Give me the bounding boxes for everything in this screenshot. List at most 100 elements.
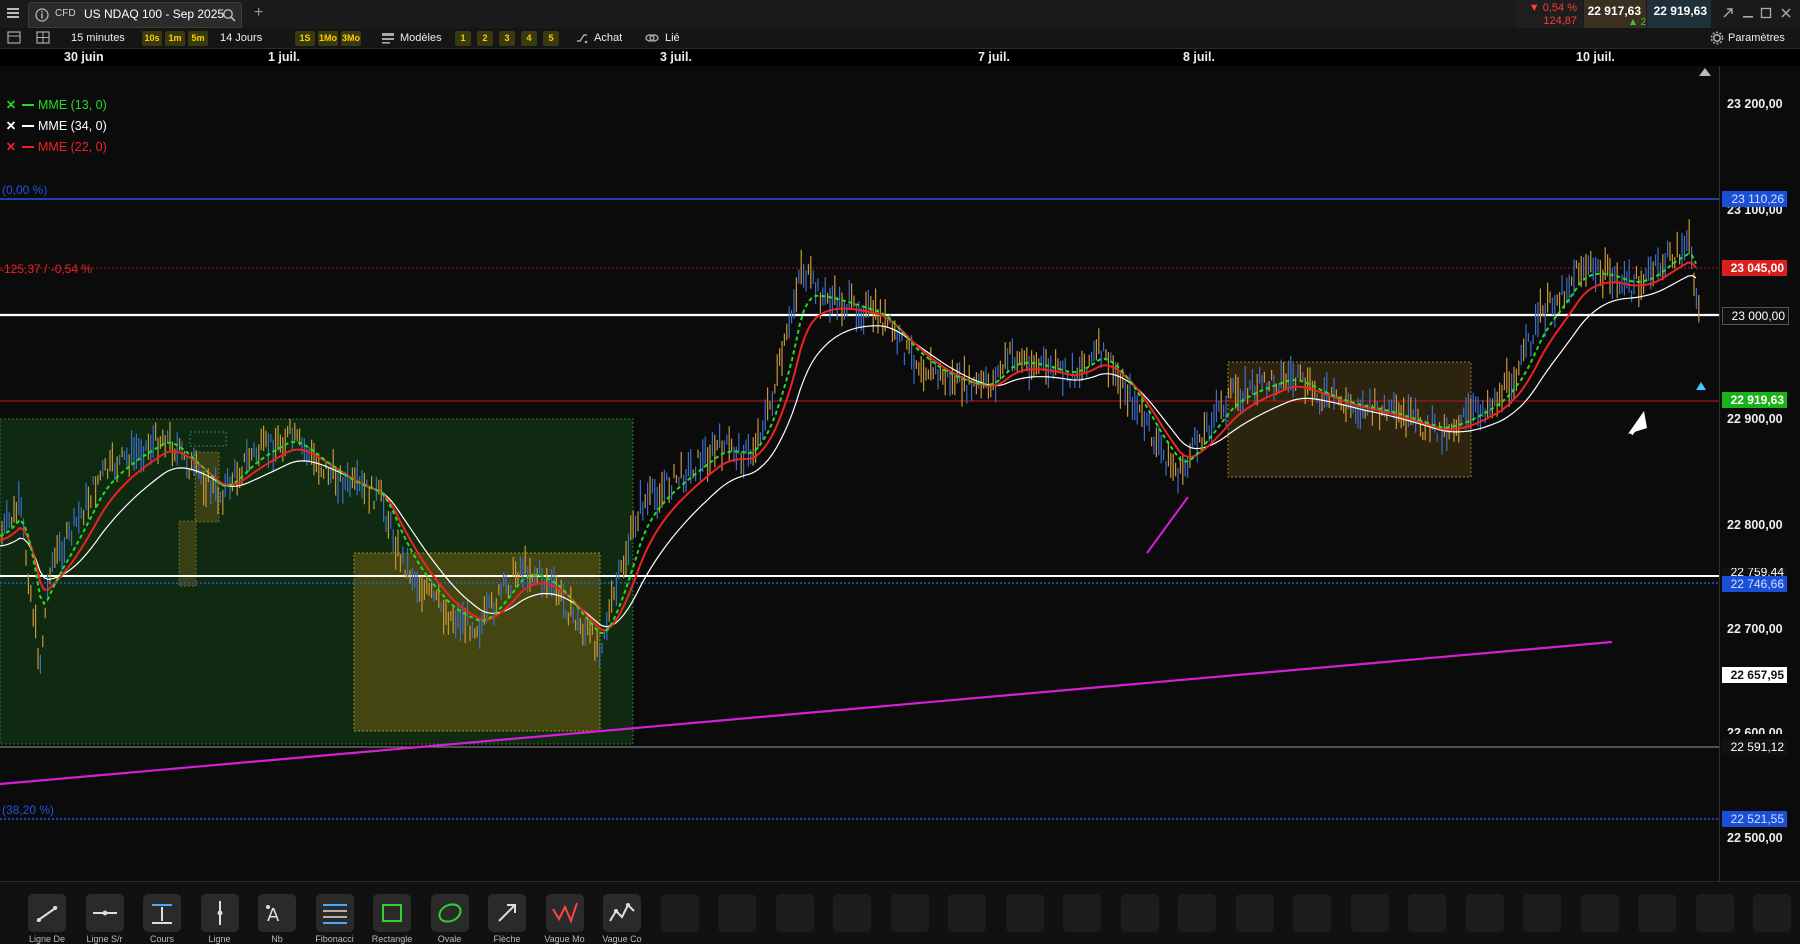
price-label-23000: 23 000,00 <box>1722 307 1789 325</box>
preset-1[interactable]: 1 <box>455 31 471 46</box>
price-chart[interactable] <box>0 66 1719 881</box>
text-note-icon: A <box>266 905 280 926</box>
empty-tool-slot[interactable] <box>890 894 929 932</box>
legend-label: MME (13, 0) <box>38 98 107 112</box>
price-axis[interactable] <box>1719 66 1800 881</box>
text-note-tool-button[interactable]: A <box>258 894 296 932</box>
date-label: 1 juil. <box>268 50 300 64</box>
price-label-22746: 22 746,66 <box>1722 576 1787 592</box>
empty-tool-slot[interactable] <box>1293 894 1331 932</box>
range-1s[interactable]: 1S <box>295 31 315 46</box>
empty-tool-slot[interactable] <box>948 894 986 932</box>
linked-button[interactable]: Lié <box>665 31 680 45</box>
rectangle-tool-button[interactable] <box>373 894 411 932</box>
price-level-tool-button[interactable] <box>143 894 181 932</box>
empty-tool-slot[interactable] <box>775 894 814 932</box>
preset-4[interactable]: 4 <box>521 31 537 46</box>
maximize-icon[interactable] <box>1760 7 1772 22</box>
date-label: 8 juil. <box>1183 50 1215 64</box>
remove-indicator-icon[interactable]: ✕ <box>4 117 18 135</box>
price-label-22759: 22 759,44 <box>1722 568 1787 576</box>
horizontal-line-tool-button[interactable] <box>85 894 124 932</box>
change-panel: ▼ 0,54 % 124,87 <box>1517 0 1583 28</box>
time-axis: 30 juin 1 juil. 3 juil. 7 juil. 8 juil. … <box>0 49 1800 67</box>
trend-line-tool-button[interactable] <box>28 894 66 932</box>
templates-icon[interactable] <box>381 32 395 47</box>
empty-tool-slot[interactable] <box>1695 894 1734 932</box>
preset-2[interactable]: 2 <box>477 31 493 46</box>
buy-price-button[interactable]: 22 919,63 <box>1647 0 1711 28</box>
top-bar: CFD US NDAQ 100 - Sep 2025 + ▼ 0,54 % 12… <box>0 0 1800 29</box>
date-label: 30 juin <box>64 50 104 64</box>
empty-tool-slot[interactable] <box>1350 894 1389 932</box>
empty-tool-slot[interactable] <box>1063 894 1101 932</box>
change-pct: ▼ 0,54 % <box>1528 2 1577 14</box>
legend-item-mme22[interactable]: ✕ MME (22, 0) <box>4 138 107 156</box>
empty-tool-slot[interactable] <box>1408 894 1446 932</box>
buy-button[interactable]: Achat <box>594 31 622 45</box>
price-tick: 22 500,00 <box>1727 831 1783 845</box>
wave-icon <box>551 902 578 924</box>
remove-indicator-icon[interactable]: ✕ <box>4 138 18 156</box>
interval-5m[interactable]: 5m <box>188 31 208 46</box>
arrow-icon <box>498 904 516 922</box>
wave-corrective-icon <box>609 903 635 922</box>
interval-select[interactable]: 15 minutes <box>71 31 125 45</box>
vertical-line-icon <box>217 901 222 925</box>
empty-tool-slot[interactable] <box>1235 894 1274 932</box>
vertical-line-tool-button[interactable] <box>200 894 239 932</box>
remove-indicator-icon[interactable]: ✕ <box>4 96 18 114</box>
empty-tool-slot[interactable] <box>1005 894 1044 932</box>
empty-tool-slot[interactable] <box>1465 894 1504 932</box>
undock-icon[interactable] <box>1722 7 1734 22</box>
interval-10s[interactable]: 10s <box>142 31 162 46</box>
empty-tool-slot[interactable] <box>1580 894 1619 932</box>
range-1mo[interactable]: 1Mo <box>318 31 338 46</box>
preset-3[interactable]: 3 <box>499 31 515 46</box>
wave-corrective-tool-button[interactable] <box>603 894 641 932</box>
link-icon[interactable] <box>645 32 659 47</box>
price-label-22657: 22 657,95 <box>1722 667 1787 683</box>
fibonacci-tool-button[interactable] <box>315 894 354 932</box>
info-icon[interactable] <box>35 8 49 25</box>
yellow-zone <box>353 552 601 732</box>
oval-icon <box>437 903 462 923</box>
trend-line-icon <box>36 906 58 922</box>
legend-label: MME (22, 0) <box>38 140 107 154</box>
empty-tool-slot[interactable] <box>1178 894 1216 932</box>
empty-tool-slot[interactable] <box>1523 894 1561 932</box>
instrument-tab[interactable]: CFD US NDAQ 100 - Sep 2025 <box>28 2 242 28</box>
add-tab-button[interactable]: + <box>254 4 263 22</box>
empty-tool-slot[interactable] <box>1120 894 1159 932</box>
buy-icon[interactable] <box>575 32 589 47</box>
minimize-icon[interactable] <box>1742 7 1754 22</box>
search-icon[interactable] <box>222 8 236 25</box>
empty-tool-slot[interactable] <box>660 894 699 932</box>
models-button[interactable]: Modèles <box>400 31 442 45</box>
range-3mo[interactable]: 3Mo <box>341 31 361 46</box>
empty-tool-slot[interactable] <box>1753 894 1791 932</box>
settings-button[interactable]: Paramètres <box>1728 31 1785 45</box>
date-label: 10 juil. <box>1576 50 1615 64</box>
legend-item-mme13[interactable]: ✕ MME (13, 0) <box>4 96 107 114</box>
variation-label: -125,37 / -0,54 % <box>0 262 93 276</box>
arrow-tool-button[interactable] <box>488 894 526 932</box>
drawing-toolbar: Ligne De Ligne S/r Cours Ligne A Nb Fibonacci R… <box>0 881 1800 944</box>
gear-icon[interactable] <box>1710 31 1724 48</box>
empty-tool-slot[interactable] <box>1638 894 1676 932</box>
price-label-22591: 22 591,12 <box>1722 739 1787 755</box>
empty-tool-slot[interactable] <box>833 894 871 932</box>
legend-swatch <box>22 104 34 106</box>
panel-icon[interactable] <box>7 31 21 47</box>
oval-tool-button[interactable] <box>430 894 469 932</box>
hamburger-icon[interactable] <box>6 6 20 20</box>
empty-tool-slot[interactable] <box>718 894 756 932</box>
wave-tool-button[interactable] <box>545 894 584 932</box>
layout-grid-icon[interactable] <box>36 31 50 47</box>
interval-1m[interactable]: 1m <box>165 31 185 46</box>
legend-item-mme34[interactable]: ✕ MME (34, 0) <box>4 117 107 135</box>
range-select[interactable]: 14 Jours <box>220 31 262 45</box>
preset-5[interactable]: 5 <box>543 31 559 46</box>
date-label: 7 juil. <box>978 50 1010 64</box>
close-icon[interactable] <box>1780 7 1792 22</box>
